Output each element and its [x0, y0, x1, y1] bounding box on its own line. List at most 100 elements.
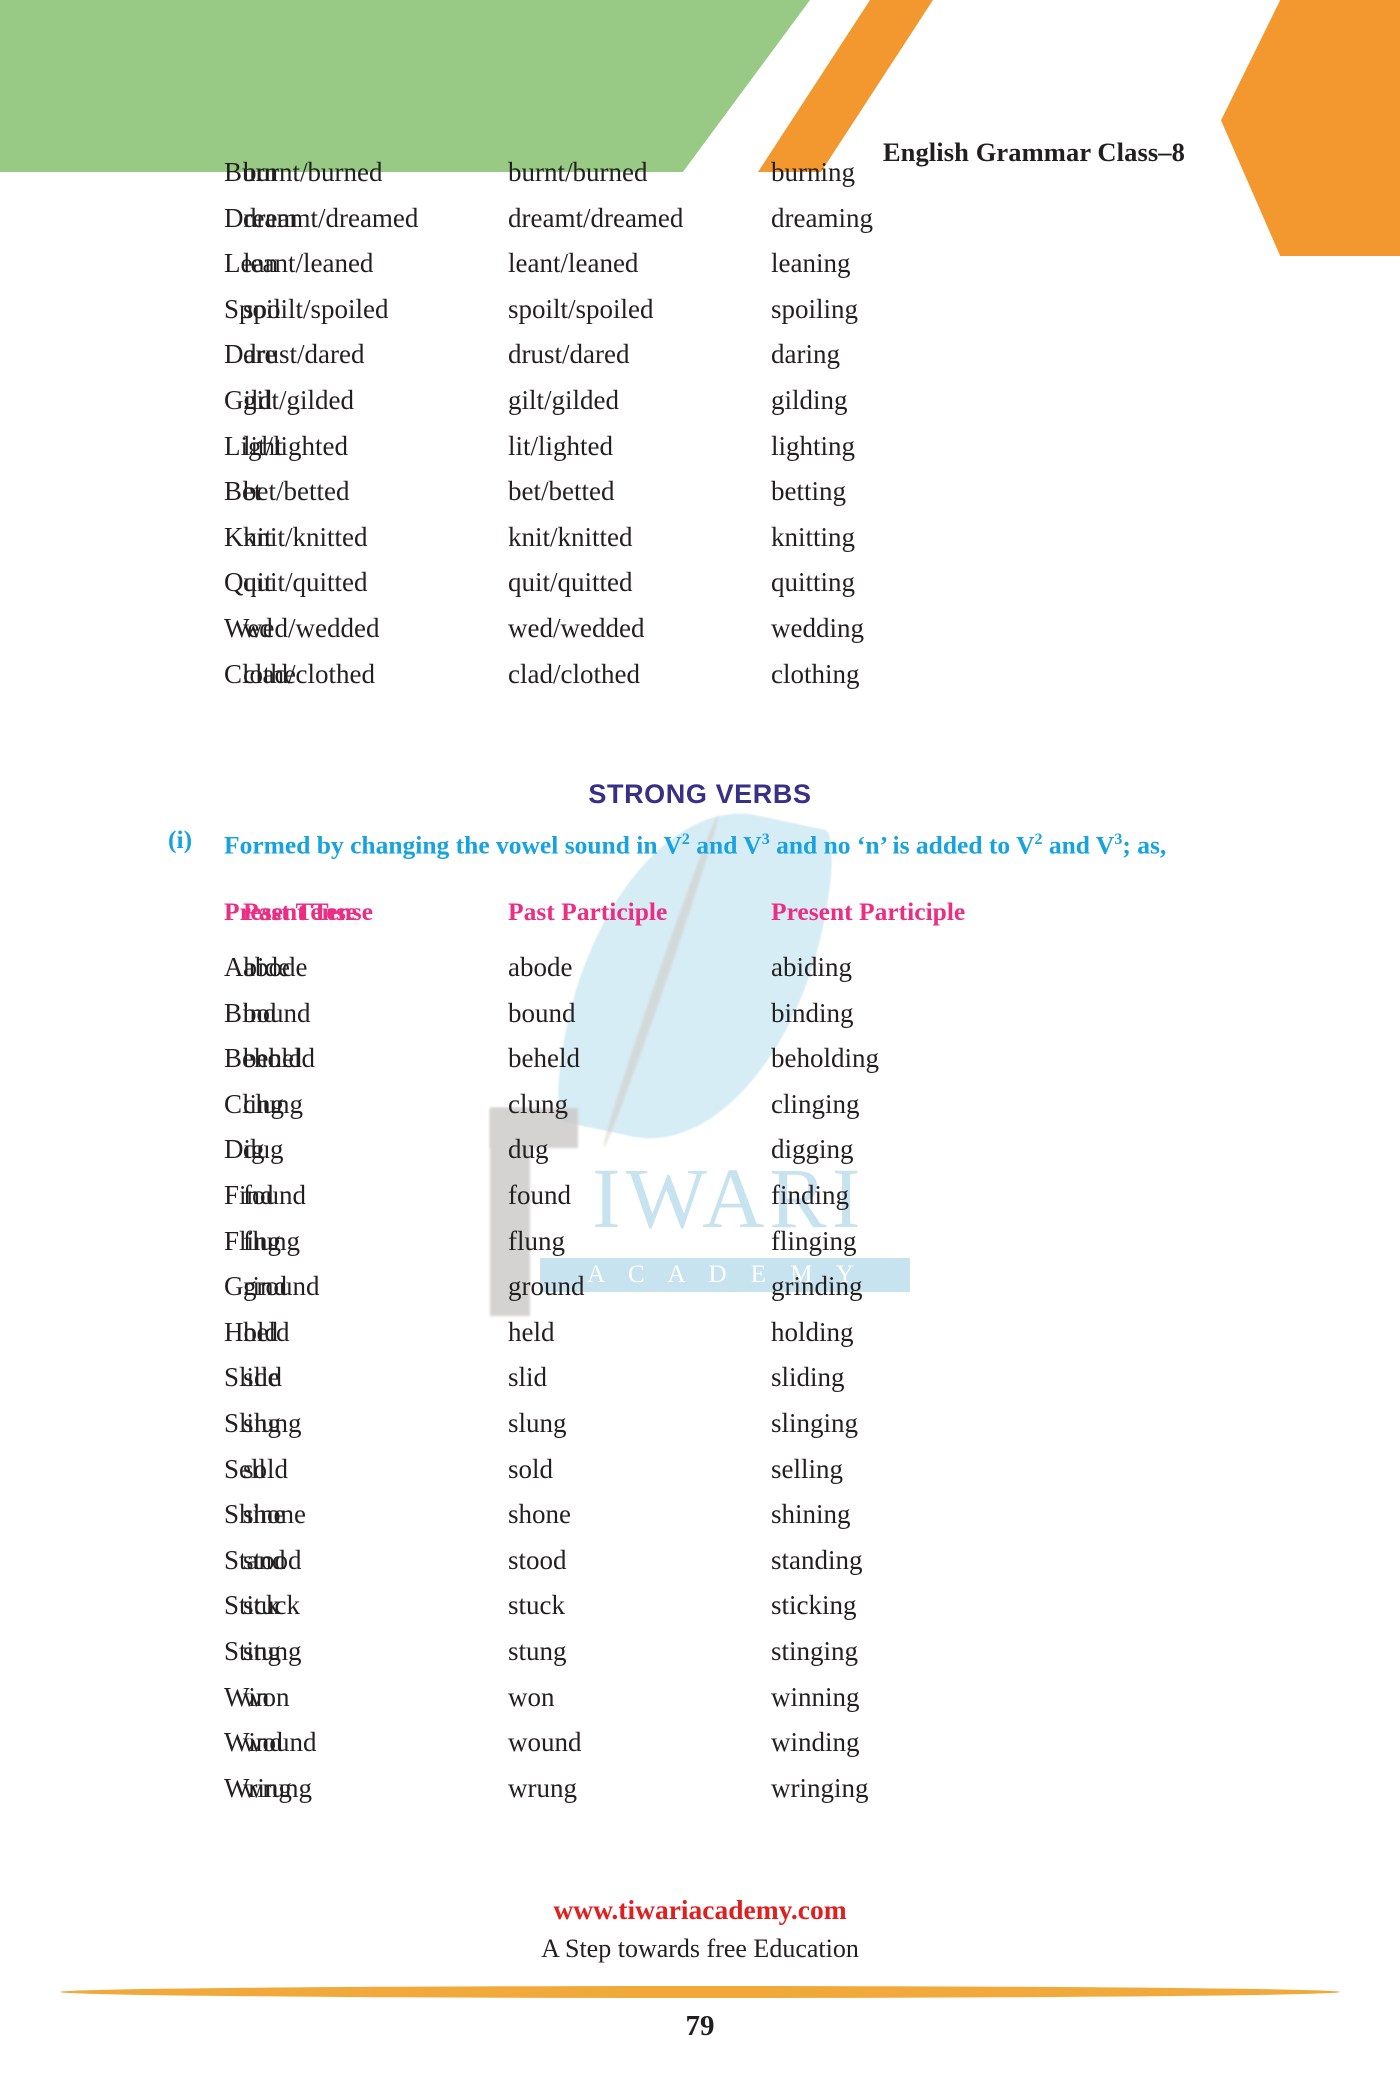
table-cell: gilt/gilded — [508, 384, 619, 415]
table-cell: Wind — [224, 1727, 283, 1758]
table-cell: finding — [771, 1179, 849, 1210]
table-cell: flung — [243, 1225, 300, 1256]
table-cell: found — [508, 1179, 571, 1210]
table-cell: abode — [243, 952, 308, 982]
table-cell: held — [243, 1316, 290, 1347]
table-cell: flinging — [771, 1225, 857, 1256]
rule-sup-3: 2 — [1034, 831, 1043, 848]
page-number: 79 — [685, 2010, 715, 2042]
table-row: Win won won winning — [0, 1675, 1400, 1721]
table-cell: Bet — [224, 476, 262, 507]
table-row: Gild gilt/gilded gilt/gilded gilding — [0, 378, 1400, 424]
table-cell: leant/leaned — [508, 248, 639, 279]
table-cell: binding — [771, 997, 854, 1028]
table-cell: Clothe — [224, 658, 296, 689]
table-cell: wrung — [243, 1772, 312, 1803]
table-cell: leant/leaned — [243, 248, 374, 279]
table-row: Lean leant/leaned leant/leaned leaning — [0, 241, 1400, 287]
table-row: Slide slid slid sliding — [0, 1355, 1400, 1401]
table-cell: beheld — [508, 1043, 580, 1074]
table-cell: bound — [508, 997, 576, 1028]
footer-divider — [60, 1986, 1340, 1998]
table-row: Behold beheld beheld beholding — [0, 1036, 1400, 1082]
table-cell: leaning — [771, 248, 851, 279]
weak-verbs-table: Burn burnt/burned burnt/burned burning Dream… — [0, 150, 1400, 697]
table-cell: spoilt/spoiled — [508, 293, 654, 324]
table-cell: Gild — [224, 384, 273, 415]
footer-website-url[interactable]: www.tiwariacademy.com — [0, 1894, 1400, 1926]
table-row: Clothe clad/clothed clad/clothed clothing — [0, 652, 1400, 698]
table-cell: spoilt/spoiled — [243, 293, 389, 324]
table-cell: bet/betted — [243, 476, 350, 507]
table-row: Find found found finding — [0, 1173, 1400, 1219]
table-cell: gilding — [771, 384, 848, 415]
table-row: Light lit/lighted lit/lighted lighting — [0, 424, 1400, 470]
table-cell: stuck — [508, 1590, 565, 1621]
table-row: Sling slung slung slinging — [0, 1401, 1400, 1447]
table-cell: wringing — [771, 1772, 869, 1803]
table-row: Dream dreamt/dreamed dreamt/dreamed dreamin… — [0, 196, 1400, 242]
table-cell: dreaming — [771, 202, 873, 233]
table-cell: spoiling — [771, 293, 859, 324]
table-row: Wring wrung wrung wringing — [0, 1766, 1400, 1812]
table-cell: slid — [243, 1362, 283, 1393]
table-cell: Sell — [224, 1453, 267, 1484]
table-cell: holding — [771, 1316, 854, 1347]
page-root: English Grammar Class–8 IWARI A C A D E … — [0, 0, 1400, 2100]
table-cell: Win — [224, 1681, 270, 1712]
table-cell: Fling — [224, 1225, 282, 1256]
table-cell: slung — [508, 1407, 567, 1438]
rule-sup-1: 2 — [681, 831, 690, 848]
table-cell: sold — [508, 1453, 554, 1484]
table-cell: Stick — [224, 1590, 280, 1621]
table-cell: stuck — [243, 1590, 300, 1621]
table-cell: knit/knitted — [243, 521, 368, 552]
strong-verbs-table: Abide abode abode abiding Bind bound bound bind… — [0, 945, 1400, 1811]
table-cell: lit/lighted — [243, 430, 348, 461]
table-cell: knit/knitted — [508, 521, 633, 552]
table-cell: dug — [243, 1134, 284, 1165]
column-header: Past Tense — [243, 897, 358, 926]
rule-sup-2: 3 — [761, 831, 770, 848]
table-cell: clinging — [771, 1088, 860, 1119]
table-cell: burning — [771, 157, 855, 187]
table-cell: Lean — [224, 248, 278, 279]
table-cell: quit/quitted — [243, 567, 368, 598]
table-cell: winding — [771, 1727, 860, 1758]
table-cell: digging — [771, 1134, 854, 1165]
strong-verbs-heading: STRONG VERBS — [588, 779, 812, 809]
table-cell: Dream — [224, 202, 298, 233]
table-cell: Quit — [224, 567, 273, 598]
table-cell: stung — [508, 1635, 567, 1666]
table-cell: Shine — [224, 1499, 286, 1530]
table-cell: wrung — [508, 1772, 577, 1803]
table-cell: clung — [243, 1088, 303, 1119]
table-cell: stood — [508, 1544, 567, 1575]
table-cell: found — [243, 1179, 306, 1210]
table-cell: ground — [508, 1271, 585, 1302]
rule-text-c: and no ‘n’ is added to V — [769, 830, 1035, 860]
table-cell: gilt/gilded — [243, 384, 354, 415]
table-cell: won — [508, 1681, 555, 1712]
table-row: Bet bet/betted bet/betted betting — [0, 469, 1400, 515]
table-cell: shone — [243, 1499, 306, 1530]
table-cell: Sling — [224, 1407, 282, 1438]
table-row: Quit quit/quitted quit/quitted quitting — [0, 560, 1400, 606]
table-cell: clad/clothed — [508, 658, 640, 689]
table-cell: stung — [243, 1635, 302, 1666]
table-cell: Light — [224, 430, 283, 461]
table-cell: shining — [771, 1499, 851, 1530]
table-row: Abide abode abode abiding — [0, 945, 1400, 991]
table-cell: dug — [508, 1134, 549, 1165]
table-cell: burnt/burned — [243, 157, 383, 187]
table-cell: quitting — [771, 567, 856, 598]
table-cell: Find — [224, 1179, 274, 1210]
table-cell: Sting — [224, 1635, 282, 1666]
table-cell: Slide — [224, 1362, 280, 1393]
table-cell: Abide — [224, 952, 290, 982]
table-cell: beholding — [771, 1043, 879, 1074]
table-cell: slung — [243, 1407, 302, 1438]
column-header: Past Participle — [508, 897, 668, 926]
table-cell: clad/clothed — [243, 658, 375, 689]
rule-text-a: Formed by changing the vowel sound in V — [224, 830, 682, 860]
